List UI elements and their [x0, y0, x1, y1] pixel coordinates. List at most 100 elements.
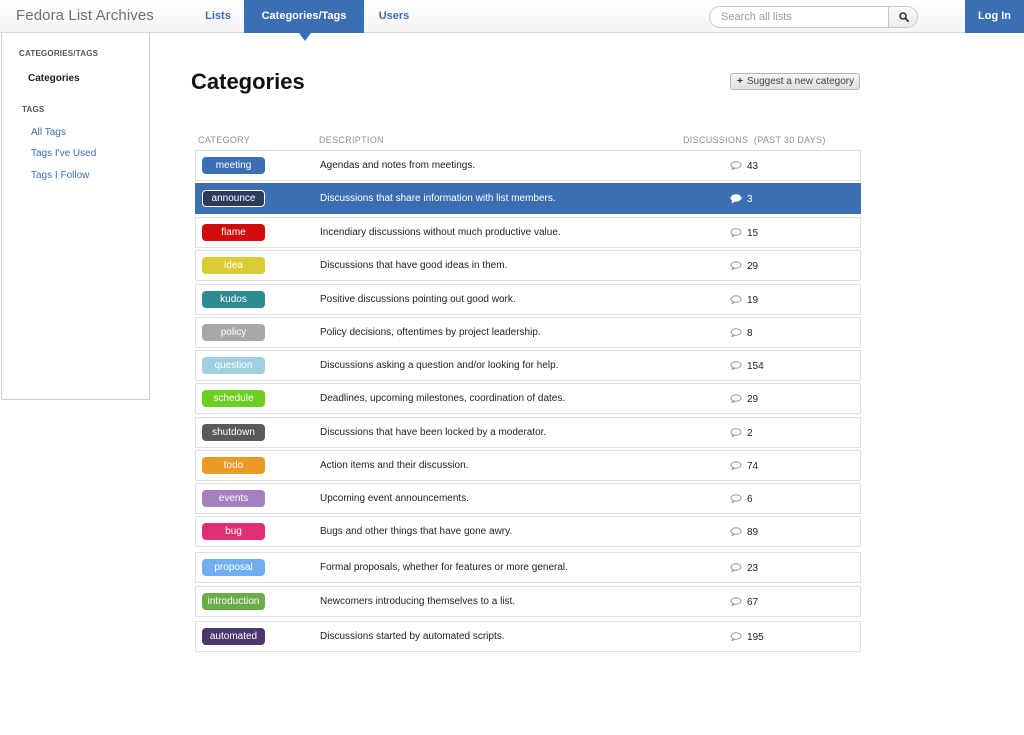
sidebar-item-tags-followed[interactable]: Tags I Follow: [31, 170, 89, 181]
sidebar-heading-tags: TAGS: [22, 105, 45, 114]
category-description: Policy decisions, oftentimes by project …: [320, 327, 541, 338]
suggest-category-button[interactable]: + Suggest a new category: [730, 73, 860, 90]
table-row[interactable]: automated Discussions started by automat…: [195, 621, 861, 652]
speech-bubble-icon: [730, 328, 742, 337]
category-description: Action items and their discussion.: [320, 460, 469, 471]
top-navbar: Fedora List Archives Lists Categories/Ta…: [0, 0, 1024, 41]
category-tag[interactable]: policy: [202, 324, 265, 341]
nav-users[interactable]: Users: [364, 0, 424, 33]
category-description: Discussions started by automated scripts…: [320, 631, 505, 642]
table-row[interactable]: announce Discussions that share informat…: [195, 183, 861, 214]
table-row[interactable]: schedule Deadlines, upcoming milestones,…: [195, 383, 861, 414]
discussion-count: 23: [747, 563, 759, 574]
search-button[interactable]: [888, 7, 917, 27]
search-icon: [898, 12, 909, 22]
discussion-count: 29: [747, 261, 759, 272]
discussion-count: 3: [747, 194, 753, 205]
nav-categories-tags-label: Categories/Tags: [261, 10, 347, 22]
discussion-count: 43: [747, 161, 759, 172]
discussion-count: 74: [747, 461, 759, 472]
nav-categories-tags[interactable]: Categories/Tags: [244, 0, 364, 41]
sidebar-item-all-tags[interactable]: All Tags: [31, 127, 66, 138]
discussion-count: 15: [747, 228, 759, 239]
speech-bubble-icon: [730, 428, 742, 437]
category-tag[interactable]: question: [202, 357, 265, 374]
category-tag[interactable]: schedule: [202, 390, 265, 407]
speech-bubble-icon: [730, 563, 742, 572]
category-tag[interactable]: todo: [202, 457, 265, 474]
speech-bubble-icon: [730, 394, 742, 403]
sidebar-item-tags-used[interactable]: Tags I've Used: [31, 148, 96, 159]
speech-bubble-icon: [730, 361, 742, 370]
speech-bubble-icon: [730, 295, 742, 304]
category-tag[interactable]: meeting: [202, 157, 265, 174]
table-row[interactable]: idea Discussions that have good ideas in…: [195, 250, 861, 281]
column-header-discussions: DISCUSSIONS (PAST 30 DAYS): [683, 135, 826, 145]
category-tag[interactable]: events: [202, 490, 265, 507]
category-tag[interactable]: idea: [202, 257, 265, 274]
category-description: Positive discussions pointing out good w…: [320, 294, 516, 305]
speech-bubble-icon: [730, 597, 742, 606]
login-button[interactable]: Log In: [965, 0, 1024, 33]
table-row[interactable]: proposal Formal proposals, whether for f…: [195, 552, 861, 583]
table-row[interactable]: bug Bugs and other things that have gone…: [195, 516, 861, 547]
sidebar-heading-categories-tags: CATEGORIES/TAGS: [19, 49, 99, 58]
speech-bubble-icon: [730, 632, 742, 641]
column-header-description: DESCRIPTION: [319, 135, 384, 145]
table-row[interactable]: events Upcoming event announcements. 6: [195, 483, 861, 514]
category-tag[interactable]: kudos: [202, 291, 265, 308]
category-description: Bugs and other things that have gone awr…: [320, 526, 513, 537]
category-description: Formal proposals, whether for features o…: [320, 562, 568, 573]
categories-table: meeting Agendas and notes from meetings.…: [195, 150, 861, 653]
table-row[interactable]: flame Incendiary discussions without muc…: [195, 217, 861, 248]
site-brand[interactable]: Fedora List Archives: [16, 7, 154, 24]
table-row[interactable]: introduction Newcomers introducing thems…: [195, 586, 861, 617]
discussion-count: 67: [747, 597, 759, 608]
category-description: Agendas and notes from meetings.: [320, 160, 476, 171]
plus-icon: +: [737, 76, 743, 87]
category-description: Incendiary discussions without much prod…: [320, 227, 561, 238]
sidebar-item-categories[interactable]: Categories: [28, 73, 80, 84]
speech-bubble-icon: [730, 494, 742, 503]
table-row[interactable]: question Discussions asking a question a…: [195, 350, 861, 381]
discussion-count: 6: [747, 494, 753, 505]
sidebar: CATEGORIES/TAGS Categories TAGS All Tags…: [1, 33, 150, 400]
discussion-count: 8: [747, 328, 753, 339]
table-row[interactable]: todo Action items and their discussion. …: [195, 450, 861, 481]
speech-bubble-icon: [730, 461, 742, 470]
speech-bubble-icon: [730, 228, 742, 237]
suggest-category-label: Suggest a new category: [746, 76, 855, 87]
category-description: Deadlines, upcoming milestones, coordina…: [320, 393, 566, 404]
column-header-category: CATEGORY: [198, 135, 251, 145]
category-description: Discussions that share information with …: [320, 193, 556, 204]
search-input[interactable]: [710, 7, 888, 27]
category-tag[interactable]: announce: [202, 190, 265, 207]
speech-bubble-icon: [730, 261, 742, 270]
speech-bubble-icon: [730, 161, 742, 170]
category-tag[interactable]: flame: [202, 224, 265, 241]
category-description: Discussions that have good ideas in them…: [320, 260, 508, 271]
active-nav-caret-icon: [299, 33, 311, 41]
category-tag[interactable]: introduction: [202, 593, 265, 610]
discussion-count: 195: [747, 632, 764, 643]
category-tag[interactable]: shutdown: [202, 424, 265, 441]
page-title: Categories: [191, 69, 305, 94]
nav-lists[interactable]: Lists: [192, 0, 244, 33]
category-tag[interactable]: bug: [202, 523, 265, 540]
category-tag[interactable]: automated: [202, 628, 265, 645]
speech-bubble-icon: [730, 527, 742, 536]
category-description: Newcomers introducing themselves to a li…: [320, 596, 516, 607]
category-description: Upcoming event announcements.: [320, 493, 469, 504]
discussion-count: 154: [747, 361, 764, 372]
table-row[interactable]: meeting Agendas and notes from meetings.…: [195, 150, 861, 181]
search-box: [709, 6, 918, 28]
category-description: Discussions that have been locked by a m…: [320, 427, 547, 438]
discussion-count: 29: [747, 394, 759, 405]
category-description: Discussions asking a question and/or loo…: [320, 360, 559, 371]
table-row[interactable]: shutdown Discussions that have been lock…: [195, 417, 861, 448]
table-row[interactable]: kudos Positive discussions pointing out …: [195, 284, 861, 315]
discussion-count: 89: [747, 527, 759, 538]
table-row[interactable]: policy Policy decisions, oftentimes by p…: [195, 317, 861, 348]
speech-bubble-icon: [730, 194, 742, 203]
category-tag[interactable]: proposal: [202, 559, 265, 576]
